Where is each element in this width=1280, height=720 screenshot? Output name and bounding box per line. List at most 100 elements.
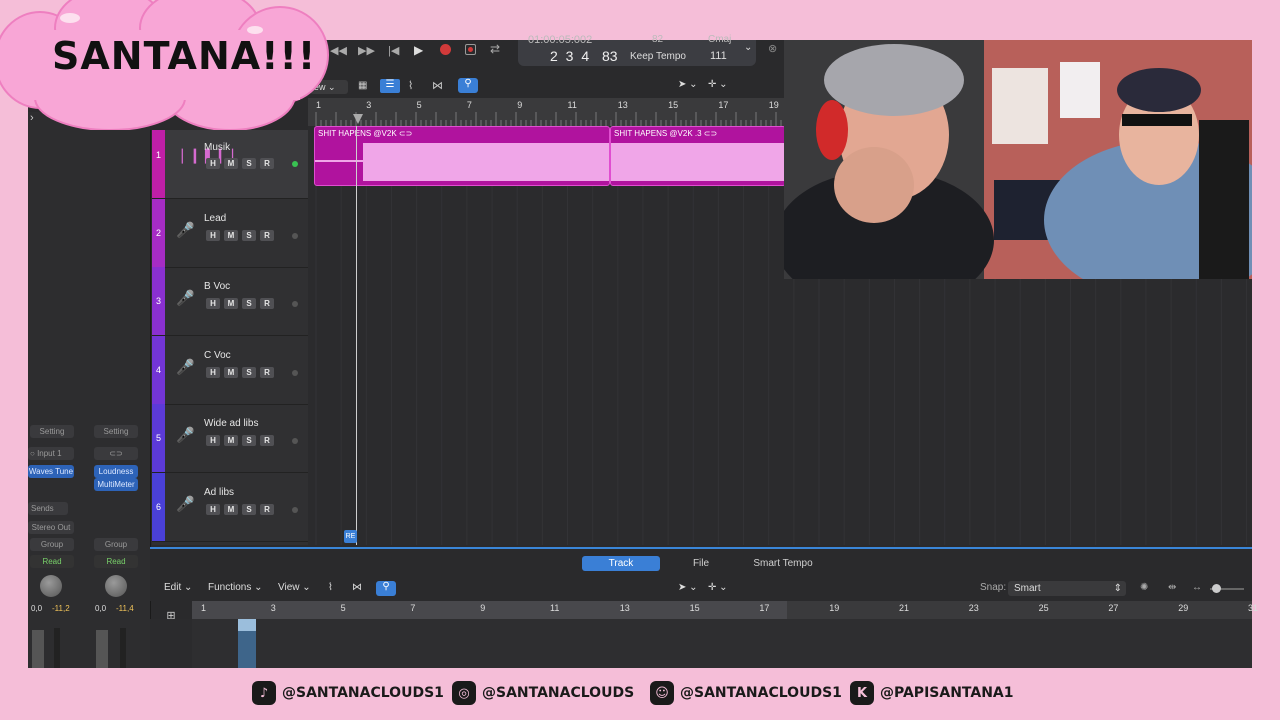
track-btn-s[interactable]: S (242, 435, 256, 446)
output-stereo-out[interactable]: Stereo Out (28, 521, 74, 534)
list-view-icon[interactable]: ☰ (380, 79, 400, 93)
input-slot[interactable]: ○ Input 1 (28, 447, 74, 460)
track-btn-r[interactable]: R (260, 366, 274, 378)
fit-icon[interactable]: ⇹ (1168, 582, 1176, 593)
track-header-c-voc[interactable]: 4 🎤 C Voc HMSR (152, 335, 308, 405)
track-btn-m[interactable]: M (224, 229, 238, 241)
pointer-tool-icon[interactable]: ➤ ⌄ (678, 79, 698, 90)
view-menu[interactable]: View ⌄ (278, 582, 311, 593)
track-name[interactable]: Ad libs (204, 487, 234, 498)
group-slot[interactable]: Group (94, 538, 138, 551)
track-btn-r[interactable]: R (260, 435, 274, 446)
social-instagram[interactable]: ◎ @SANTANACLOUDS (452, 680, 634, 706)
cycle-button[interactable]: ⇄ (490, 42, 500, 56)
audio-region[interactable]: SHIT HAPENS @V2K ⊂⊃ (314, 126, 610, 186)
track-name[interactable]: Wide ad libs (204, 418, 258, 429)
capture-button[interactable] (465, 44, 476, 55)
track-btn-r[interactable]: R (260, 229, 274, 241)
audio-region[interactable]: SHIT HAPENS @V2K .3 ⊂⊃ (610, 126, 786, 186)
track-btn-h[interactable]: H (206, 229, 220, 241)
track-btn-h[interactable]: H (206, 298, 220, 309)
grid-view-icon[interactable]: ▦ (358, 80, 367, 91)
crosshair-tool-icon[interactable]: ✛ ⌄ (708, 582, 728, 593)
fader[interactable] (32, 630, 44, 668)
automation-read[interactable]: Read (30, 555, 74, 568)
track-btn-h[interactable]: H (206, 366, 220, 378)
group-slot[interactable]: Group (30, 538, 74, 551)
forward-button[interactable]: ▶▶ (358, 44, 375, 57)
track-name[interactable]: B Voc (204, 281, 230, 292)
zoom-slider-thumb[interactable] (1212, 584, 1221, 593)
social-snapchat[interactable]: ☺ @SANTANACLOUDS1 (650, 680, 842, 706)
crosshair-tool-icon[interactable]: ✛ ⌄ (708, 79, 728, 90)
record-button[interactable] (440, 44, 451, 55)
track-btn-h[interactable]: H (206, 503, 220, 515)
setting-button[interactable]: Setting (94, 425, 138, 438)
track-btn-h[interactable]: H (206, 435, 220, 446)
track-header-lead[interactable]: 2 🎤 Lead HMSR (152, 198, 308, 268)
lcd-timecode: 01:00:05:002 (528, 34, 593, 46)
lcd-display[interactable]: 01:00:05:002 82 Cmaj 2 3 4 83 Keep Tempo… (518, 34, 756, 66)
track-header-musik[interactable]: 1 ❘❙❚❙❘ Musik HMSR (152, 130, 308, 199)
social-kick[interactable]: K @PAPISANTANA1 (850, 680, 1014, 706)
pointer-tool-icon[interactable]: ➤ ⌄ (678, 582, 698, 593)
flex-icon[interactable]: ⋈ (352, 582, 362, 593)
plugin-waves-tune[interactable]: Waves Tune (28, 465, 74, 478)
webcam-video (784, 40, 1252, 279)
level-meter (120, 628, 126, 668)
lcd-chevron-icon[interactable]: ⌄ (744, 42, 752, 53)
track-btn-r[interactable]: R (260, 298, 274, 309)
editor-grid[interactable] (150, 619, 1252, 668)
plugin-multimeter[interactable]: MultiMeter (94, 478, 138, 491)
track-btn-s[interactable]: S (242, 158, 256, 169)
track-btn-m[interactable]: M (224, 298, 238, 309)
link-icon[interactable]: ⊂⊃ (94, 447, 138, 460)
snap-select[interactable]: Smart ⇕ (1008, 581, 1126, 596)
automation-icon[interactable]: ⌇ (328, 582, 333, 593)
rewind-button[interactable]: ◀◀ (330, 44, 347, 57)
track-btn-m[interactable]: M (224, 503, 238, 515)
automation-read[interactable]: Read (94, 555, 138, 568)
timeline-ruler[interactable]: 1 3 5 7 9 11 13 15 17 19 (308, 98, 784, 127)
track-header-wide-ad-libs[interactable]: 5 🎤 Wide ad libs HMSR (152, 404, 308, 473)
track-btn-s[interactable]: S (242, 298, 256, 309)
marker-badge[interactable]: RE (344, 530, 357, 543)
tab-track[interactable]: Track (582, 556, 660, 571)
edit-menu[interactable]: Edit ⌄ (164, 582, 192, 593)
track-btn-s[interactable]: S (242, 366, 256, 378)
track-btn-s[interactable]: S (242, 503, 256, 515)
waveform-zoom-icon[interactable]: ✺ (1140, 582, 1148, 593)
track-number: 4 (152, 335, 165, 404)
track-header-ad-libs[interactable]: 6 🎤 Ad libs HMSR (152, 472, 308, 542)
play-button[interactable]: ▶ (414, 43, 423, 57)
pan-knob[interactable] (105, 575, 127, 597)
catch-icon[interactable]: ⚲ (376, 581, 396, 596)
track-name[interactable]: Musik (204, 142, 230, 153)
plugin-loudness[interactable]: Loudness (94, 465, 138, 478)
track-btn-r[interactable]: R (260, 158, 274, 169)
flex-icon[interactable]: ⋈ (432, 79, 443, 92)
track-btn-m[interactable]: M (224, 158, 238, 169)
track-header-b-voc[interactable]: 3 🎤 B Voc HMSR (152, 267, 308, 336)
track-name[interactable]: Lead (204, 213, 226, 224)
zoom-icon[interactable]: ↔ (1192, 582, 1202, 593)
track-btn-r[interactable]: R (260, 503, 274, 515)
track-btn-s[interactable]: S (242, 229, 256, 241)
social-tiktok[interactable]: ♪ @SANTANACLOUDS1 (252, 680, 444, 706)
track-btn-h[interactable]: H (206, 158, 220, 169)
catch-icon[interactable]: ⚲ (458, 78, 478, 93)
to-start-button[interactable]: |◀ (388, 44, 399, 57)
fader[interactable] (96, 630, 108, 668)
tab-file[interactable]: File (676, 556, 726, 571)
automation-icon[interactable]: ⌇ (408, 79, 413, 92)
close-icon[interactable]: ⊗ (768, 42, 777, 55)
editor-grid-lines (192, 619, 1252, 668)
track-btn-m[interactable]: M (224, 366, 238, 378)
editor-ruler[interactable]: 1 3 5 7 9 11 13 15 17 19 21 23 25 27 29 31 (192, 601, 1258, 619)
track-name[interactable]: C Voc (204, 350, 231, 361)
pan-knob[interactable] (40, 575, 62, 597)
track-btn-m[interactable]: M (224, 435, 238, 446)
setting-button[interactable]: Setting (30, 425, 74, 438)
functions-menu[interactable]: Functions ⌄ (208, 582, 263, 593)
tab-smart-tempo[interactable]: Smart Tempo (746, 556, 820, 571)
